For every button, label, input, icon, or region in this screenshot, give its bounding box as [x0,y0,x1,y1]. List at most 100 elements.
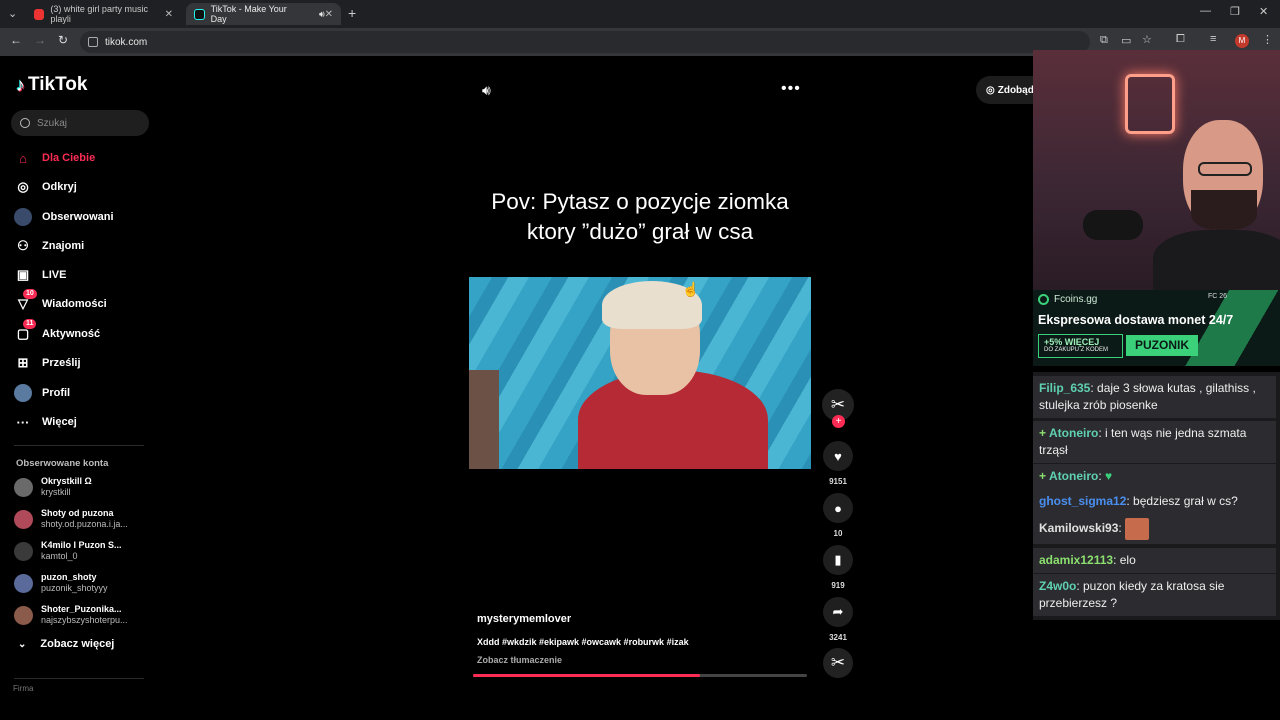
tab-youtube[interactable]: (3) white girl party music playli ✕ [26,3,181,25]
tab-tiktok[interactable]: TikTok - Make Your Day 🔊︎ ✕ [186,3,341,25]
chat-message: adamix12113: elo [1033,548,1276,573]
see-translation-link[interactable]: Zobacz tłumaczenie [477,655,562,665]
account-handle: kamtol_0 [41,551,78,561]
nav-activity[interactable]: ▢ 11 Aktywność [14,319,100,345]
tiktok-logo[interactable]: ♪ TikTok [16,74,87,96]
restore-icon[interactable]: ❐ [1230,5,1240,18]
followed-account[interactable]: Shoty od puzona shoty.od.puzona.i.ja... [14,505,128,533]
more-icon: ··· [16,414,30,430]
nav-label: Obserwowani [42,211,114,223]
account-name: Shoter_Puzonika... [41,604,122,614]
bookmark-star-icon[interactable]: ☆ [1142,33,1152,46]
promo-code: PUZONIK [1126,335,1198,356]
media-icon[interactable]: ≡ [1210,33,1216,45]
chat-user: Atoneiro [1049,469,1099,483]
video-frame-detail [469,370,499,469]
followed-account[interactable]: Okrystkill Ωkrystkill [14,473,92,501]
sponsor-topbar: FC 26 [1208,293,1228,300]
tiktok-icon [194,8,205,20]
author-name[interactable]: mysterymemlover [477,613,571,625]
video-progress-bar[interactable] [473,674,807,677]
followed-account[interactable]: Shoter_Puzonika... najszybszyshoterpu... [14,601,128,629]
chat-message: + Atoneiro: ♥ [1033,464,1276,489]
coin-icon: ◎ [986,84,995,96]
more-options-icon[interactable]: ••• [781,80,801,98]
nav-live[interactable]: ▣ LIVE [14,264,67,286]
save-button[interactable]: ▮ 919 [822,545,854,590]
profile-icon [14,384,32,402]
nav-profile[interactable]: Profil [14,382,70,404]
minimize-icon[interactable]: — [1200,5,1211,17]
live-icon: ▣ [16,267,30,282]
streamer-glasses [1198,162,1252,176]
tab-title: TikTok - Make Your Day [210,4,287,24]
chat-message: Kamilowski93: [1033,514,1276,544]
nav-messages[interactable]: ▽ 10 Wiadomości [14,289,107,315]
chat-user: Atoneiro [1049,426,1099,440]
followed-account[interactable]: puzon_shoty puzonik_shotyyy [14,569,108,597]
music-disc-icon[interactable]: ✂ [823,648,853,678]
account-name: Shoty od puzona [41,508,114,518]
nav-following[interactable]: Obserwowani [14,206,114,228]
avatar [14,573,33,593]
translate-icon[interactable]: ⧉ [1100,34,1108,47]
avatar [14,541,33,561]
like-button[interactable]: ♥ 9151 [822,441,854,486]
chat-user: Filip_635 [1039,381,1091,395]
nav-friends[interactable]: ⚇ Znajomi [14,235,84,257]
followed-account[interactable]: K4milo I Puzon S... kamtol_0 [14,537,122,565]
nav-more[interactable]: ··· Więcej [14,411,77,433]
search-input[interactable]: Szukaj [11,110,149,136]
see-more-label: Zobacz więcej [40,638,115,650]
chat-user: adamix12113 [1039,553,1114,567]
close-window-icon[interactable]: ✕ [1259,5,1268,18]
chat-text: : [1118,521,1122,536]
chat-message: Filip_635: daje 3 słowa kutas , gilathis… [1033,376,1276,418]
chat-message: + Atoneiro: i ten wąs nie jedna szmata tr… [1033,421,1276,463]
share-button[interactable]: ➦ 3241 [822,597,854,642]
nav-label: Dla Ciebie [42,152,96,164]
browser-tab-strip: ⌄ (3) white girl party music playli ✕ Ti… [0,0,1280,28]
comment-button[interactable]: ● 10 [822,493,854,538]
nav-label: Wiadomości [42,298,107,310]
cast-icon[interactable]: ▭ [1121,34,1131,47]
avatar [14,605,33,625]
address-bar[interactable]: tikok.com [80,31,1090,53]
chat-message: ghost_sigma12: będziesz grał w cs? [1033,489,1276,514]
nav-upload[interactable]: ⊞ Prześlij [14,352,81,374]
tab-search-icon[interactable]: ⌄ [8,7,17,20]
account-handle: najszybszyshoterpu... [41,615,128,625]
footer-section-title: Firma [13,684,34,693]
account-name: puzon_shoty [41,572,97,582]
compass-icon: ◎ [17,179,29,194]
follow-plus-icon[interactable]: + [832,415,845,428]
bonus-line: +5% WIĘCEJ [1044,337,1100,347]
tiktok-sidebar: ♪ TikTok Szukaj ⌂ Dla Ciebie ◎ Odkryj Ob… [0,58,160,720]
back-icon[interactable]: ← [10,33,22,47]
nav-label: Więcej [42,416,77,428]
new-tab-button[interactable]: + [348,5,356,21]
menu-kebab-icon[interactable]: ⋮ [1262,33,1273,46]
divider [14,445,144,446]
webcam-overlay [1033,50,1280,290]
see-more-button[interactable]: ⌄ Zobacz więcej [18,638,114,650]
extensions-icon[interactable]: ⧠ [1176,33,1185,46]
nav-for-you[interactable]: ⌂ Dla Ciebie [14,147,95,169]
close-tab-icon[interactable]: ✕ [165,9,173,20]
heart-emote: ♥ [1105,469,1113,483]
divider [14,678,144,679]
forward-icon[interactable]: → [34,33,46,47]
chat-text: : elo [1113,553,1136,567]
site-info-icon[interactable] [88,37,98,47]
streamer-body [1153,230,1280,290]
upload-icon: ⊞ [17,355,29,370]
avatar [14,509,33,529]
profile-avatar[interactable]: M [1235,34,1249,48]
sponsor-brand: Fcoins.gg [1038,294,1097,305]
nav-explore[interactable]: ◎ Odkryj [14,176,77,198]
volume-icon[interactable]: 🔊︎ [482,82,491,99]
nav-label: Odkryj [42,181,77,193]
chat-text: : będziesz grał w cs? [1126,494,1238,508]
reload-icon[interactable]: ↻ [58,33,68,47]
close-tab-icon[interactable]: ✕ [325,9,333,20]
